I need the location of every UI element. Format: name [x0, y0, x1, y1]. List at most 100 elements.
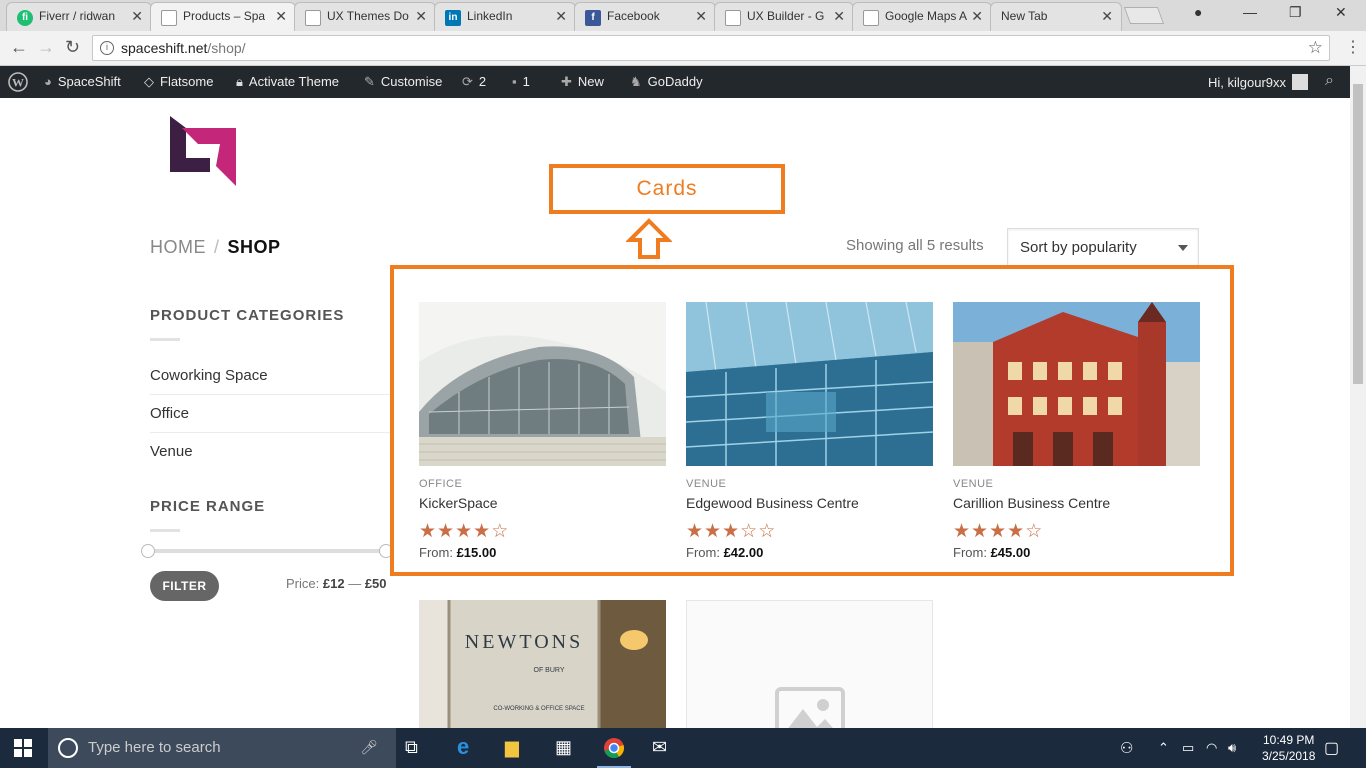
admin-comments-link[interactable]: ▪ 1 [512, 74, 530, 89]
price-slider-min-handle[interactable] [141, 544, 155, 558]
godaddy-label: GoDaddy [647, 74, 703, 89]
spaceshift-logo [170, 116, 236, 186]
customise-label: Customise [380, 74, 443, 89]
edge-icon[interactable]: e [457, 734, 469, 760]
mail-icon[interactable]: ✉ [652, 737, 667, 758]
price-slider-track[interactable] [148, 549, 388, 553]
close-tab-icon[interactable]: ✕ [971, 8, 983, 25]
browser-tab[interactable]: Google Maps A ✕ [852, 2, 992, 31]
close-tab-icon[interactable]: ✕ [1101, 8, 1113, 25]
browser-tab[interactable]: UX Builder - G ✕ [714, 2, 854, 31]
price-range-divider [150, 529, 180, 532]
comments-count: 1 [522, 74, 530, 89]
back-icon[interactable]: ← [10, 37, 28, 58]
browser-tab[interactable]: in LinkedIn ✕ [434, 2, 576, 31]
taskbar-search-placeholder: Type here to search [88, 739, 221, 756]
windows-start-icon[interactable] [14, 739, 32, 757]
result-count: Showing all 5 results [846, 237, 984, 254]
greeting: Hi, kilgour9xx [1208, 75, 1287, 90]
new-tab-button[interactable] [1123, 7, 1165, 24]
microphone-icon[interactable]: 🎤︎ [360, 739, 378, 756]
flatsome-icon: ◇ [144, 74, 154, 89]
filter-button[interactable]: FILTER [150, 571, 219, 601]
page-icon [863, 10, 879, 26]
close-tab-icon[interactable]: ✕ [695, 8, 707, 25]
browser-tab[interactable]: UX Themes Do ✕ [294, 2, 436, 31]
browser-tab[interactable]: fi Fiverr / ridwan ✕ [6, 2, 152, 31]
category-link[interactable]: Office [150, 405, 390, 433]
new-label: New [577, 74, 604, 89]
godaddy-icon: ♞ [630, 74, 642, 89]
up-arrow-icon [626, 218, 672, 259]
breadcrumb-home-link[interactable]: HOME [150, 237, 206, 257]
admin-theme-link[interactable]: ◇ Flatsome [144, 74, 213, 90]
people-icon[interactable]: ⚇ [1120, 739, 1133, 757]
comment-icon: ▪ [512, 74, 517, 89]
close-window-icon[interactable]: ✕ [1335, 4, 1347, 21]
categories-divider [150, 338, 180, 341]
bookmark-star-icon[interactable]: ☆ [1308, 38, 1323, 58]
cortana-icon [58, 738, 78, 758]
admin-customise-link[interactable]: ✎ Customise [364, 74, 442, 90]
category-link[interactable]: Coworking Space [150, 367, 390, 395]
restore-icon[interactable]: ❐ [1289, 4, 1302, 21]
reload-icon[interactable]: ↻ [65, 37, 80, 58]
breadcrumb-current: SHOP [227, 237, 281, 257]
minimize-icon[interactable]: — [1243, 4, 1257, 20]
url-host: spaceshift.net [121, 40, 208, 56]
taskbar-clock[interactable]: 10:49 PM 3/25/2018 [1262, 732, 1315, 764]
close-tab-icon[interactable]: ✕ [555, 8, 567, 25]
taskbar-search[interactable]: Type here to search 🎤︎ [48, 728, 396, 768]
chrome-icon[interactable] [603, 737, 625, 759]
dashboard-icon: ◕ [44, 74, 52, 89]
wordpress-icon[interactable]: W [8, 72, 28, 95]
price-label: Price: £12 — £50 [286, 576, 387, 591]
tab-title: Fiverr / ridwan [39, 9, 116, 23]
admin-site-link[interactable]: ◕ SpaceShift [44, 74, 121, 89]
price-min: £12 [322, 576, 345, 591]
product-card[interactable] [686, 600, 933, 728]
notifications-icon[interactable]: ▢ [1324, 738, 1339, 758]
tray-chevron-icon[interactable]: ⌃ [1158, 740, 1169, 756]
store-icon[interactable]: ▦ [555, 737, 572, 758]
chrome-menu-icon[interactable]: ⋮ [1345, 37, 1361, 57]
page-icon [725, 10, 741, 26]
product-image[interactable]: NEWTONS OF BURY CO-WORKING & OFFICE SPAC… [419, 600, 666, 728]
volume-icon[interactable]: 🔊︎ [1228, 740, 1236, 756]
battery-icon[interactable]: ▭ [1182, 740, 1194, 756]
close-tab-icon[interactable]: ✕ [131, 8, 143, 25]
browser-tab-strip: fi Fiverr / ridwan ✕ Products – Spa ✕ UX Them… [0, 0, 1366, 31]
page-icon [161, 10, 177, 26]
clock-time: 10:49 PM [1263, 733, 1315, 747]
browser-tab[interactable]: New Tab ✕ [990, 2, 1122, 31]
admin-updates-link[interactable]: ⟳ 2 [462, 74, 486, 90]
close-tab-icon[interactable]: ✕ [275, 8, 287, 25]
svg-text:W: W [12, 76, 24, 90]
category-link[interactable]: Venue [150, 443, 390, 470]
info-icon[interactable]: i [100, 41, 114, 55]
task-view-icon[interactable]: ⧉ [405, 737, 418, 758]
scrollbar-thumb[interactable] [1353, 84, 1363, 384]
admin-new-link[interactable]: ✚ New [561, 74, 604, 90]
sign-text: NEWTONS [465, 631, 583, 653]
profile-icon[interactable]: ● [1194, 4, 1202, 20]
search-icon[interactable]: ⌕ [1325, 72, 1334, 90]
wifi-icon[interactable]: ◠ [1206, 740, 1217, 756]
file-explorer-icon[interactable]: ▆ [505, 737, 519, 758]
browser-toolbar: ← → ↻ i spaceshift.net/shop/ ☆ ⋮ [0, 31, 1366, 66]
product-card[interactable]: NEWTONS OF BURY CO-WORKING & OFFICE SPAC… [419, 600, 666, 728]
cards-annotation-label: Cards [549, 164, 785, 214]
admin-account-link[interactable]: Hi, kilgour9xx [1208, 74, 1309, 90]
browser-tab[interactable]: Products – Spa ✕ [150, 2, 296, 31]
browser-tab[interactable]: f Facebook ✕ [574, 2, 716, 31]
close-tab-icon[interactable]: ✕ [833, 8, 845, 25]
address-bar[interactable]: i spaceshift.net/shop/ ☆ [92, 35, 1330, 61]
placeholder-image[interactable] [686, 600, 933, 728]
admin-activate-link[interactable]: 🔒︎ Activate Theme [236, 74, 339, 90]
fiverr-icon: fi [17, 10, 33, 26]
close-tab-icon[interactable]: ✕ [415, 8, 427, 25]
admin-godaddy-link[interactable]: ♞ GoDaddy [630, 74, 703, 90]
forward-icon[interactable]: → [37, 37, 55, 58]
sort-select[interactable]: Sort by popularity [1007, 228, 1199, 266]
page-scrollbar[interactable] [1350, 66, 1366, 728]
